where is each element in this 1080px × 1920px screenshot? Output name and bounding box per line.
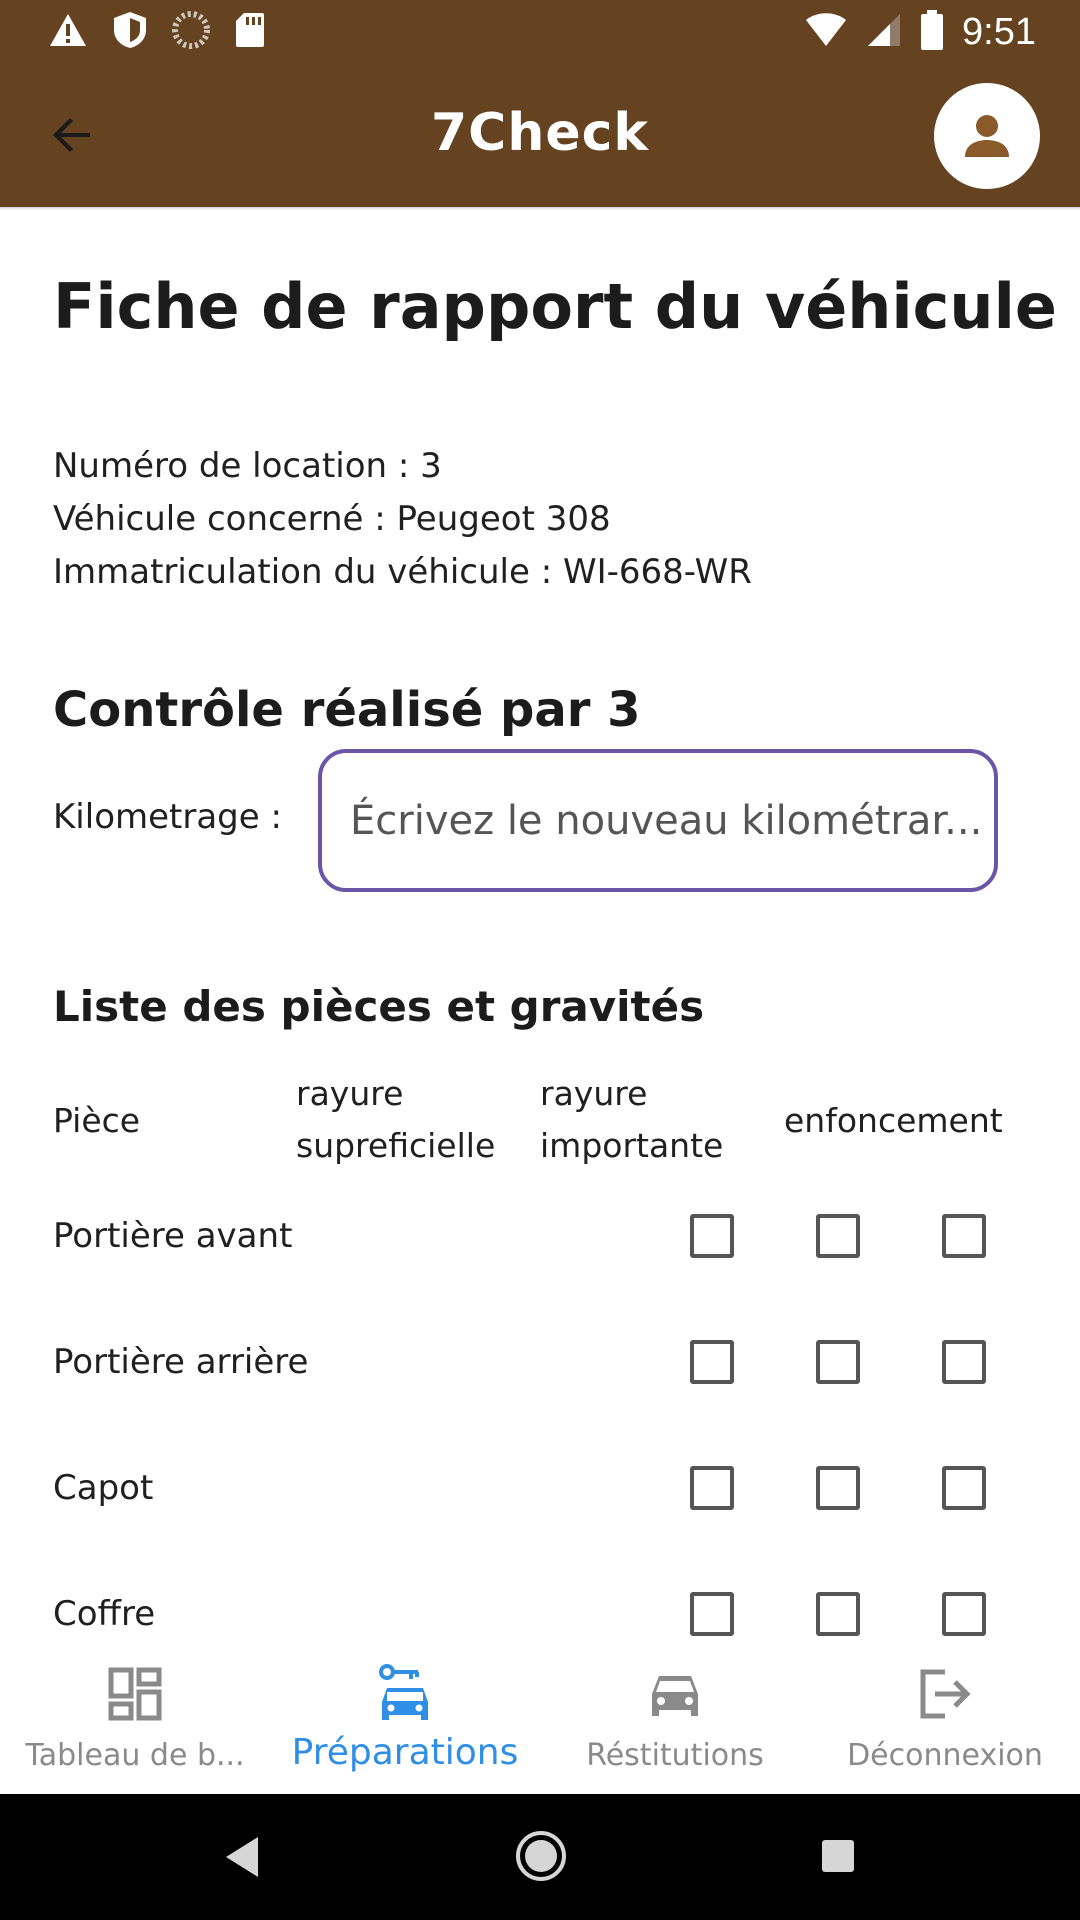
checkbox-scratch-major[interactable] (816, 1214, 860, 1258)
header-scratch-major-line1: rayure (540, 1074, 648, 1113)
header-part: Pièce (53, 1101, 141, 1140)
sd-card-icon (234, 11, 266, 53)
bottom-navigation: Tableau de b... Préparations Réstitution… (0, 1650, 1080, 1794)
part-label: Coffre (53, 1594, 156, 1634)
car-icon (652, 1676, 698, 1716)
signal-icon (866, 12, 902, 52)
account-button[interactable] (934, 83, 1040, 189)
checkbox-scratch-superficial[interactable] (690, 1466, 734, 1510)
app-bar-shadow (0, 207, 1080, 210)
battery-icon (920, 10, 944, 54)
logout-icon (920, 1669, 971, 1719)
checkbox-dent[interactable] (942, 1214, 986, 1258)
nav-label: Préparations (291, 1732, 519, 1773)
checkbox-scratch-superficial[interactable] (690, 1340, 734, 1384)
nav-item-logout[interactable]: Déconnexion (810, 1650, 1080, 1794)
status-bar-left (48, 10, 266, 54)
recents-square-icon[interactable] (820, 1838, 856, 1874)
vehicle-info: Numéro de location : 3 Véhicule concerné… (53, 440, 752, 599)
header-scratch-superficial-line1: rayure (296, 1074, 404, 1113)
car-key-icon (379, 1664, 428, 1720)
header-scratch-major-line2: importante (540, 1126, 724, 1165)
header-scratch-superficial-line2: supreficielle (296, 1126, 496, 1165)
checkbox-scratch-superficial[interactable] (690, 1214, 734, 1258)
checkbox-scratch-major[interactable] (816, 1466, 860, 1510)
app-bar: 7Check (0, 63, 1080, 207)
account-icon (965, 115, 1009, 157)
nav-label: Réstitutions (586, 1738, 764, 1773)
app-title: 7Check (430, 103, 650, 163)
dashboard-icon (108, 1667, 162, 1721)
header-scratch-major: rayure importante (540, 1068, 723, 1172)
control-title: Contrôle réalisé par 3 (53, 682, 641, 738)
nav-item-restitutions[interactable]: Réstitutions (540, 1650, 810, 1794)
nav-label: Tableau de b... (25, 1738, 245, 1773)
status-time: 9:51 (962, 10, 1036, 53)
checkbox-scratch-superficial[interactable] (690, 1592, 734, 1636)
checkbox-dent[interactable] (942, 1592, 986, 1636)
nav-item-dashboard[interactable]: Tableau de b... (0, 1650, 270, 1794)
part-label: Portière avant (53, 1216, 293, 1256)
status-bar: 9:51 (0, 0, 1080, 63)
rental-number: Numéro de location : 3 (53, 446, 442, 486)
warning-icon (48, 12, 88, 52)
back-triangle-icon[interactable] (222, 1834, 262, 1880)
mileage-label: Kilometrage : (53, 797, 282, 837)
checkbox-dent[interactable] (942, 1340, 986, 1384)
nav-item-preparations[interactable]: Préparations (270, 1650, 540, 1794)
checkbox-dent[interactable] (942, 1466, 986, 1510)
part-label: Capot (53, 1468, 154, 1508)
parts-list-title: Liste des pièces et gravités (53, 982, 705, 1031)
status-bar-right: 9:51 (804, 10, 1036, 54)
shield-icon (112, 10, 148, 54)
page-title: Fiche de rapport du véhicule (53, 270, 1057, 343)
header-scratch-superficial: rayure supreficielle (296, 1068, 495, 1172)
home-circle-icon[interactable] (514, 1829, 568, 1883)
nav-label: Déconnexion (847, 1738, 1043, 1773)
wifi-icon (804, 12, 848, 52)
loading-icon (172, 11, 210, 53)
part-label: Portière arrière (53, 1342, 309, 1382)
checkbox-scratch-major[interactable] (816, 1592, 860, 1636)
system-navigation-bar (0, 1794, 1080, 1920)
checkbox-scratch-major[interactable] (816, 1340, 860, 1384)
mileage-input[interactable]: Écrivez le nouveau kilométrar... (318, 749, 998, 892)
header-dent: enfoncement (784, 1101, 1003, 1140)
vehicle-name: Véhicule concerné : Peugeot 308 (53, 499, 611, 539)
vehicle-plate: Immatriculation du véhicule : WI-668-WR (53, 552, 752, 592)
